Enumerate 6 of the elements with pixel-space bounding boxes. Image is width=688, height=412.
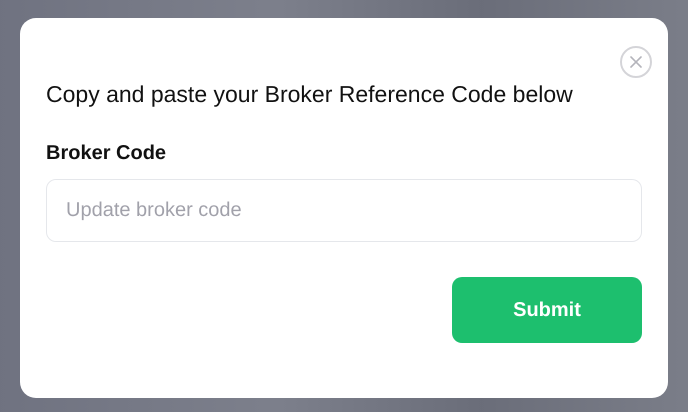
dialog-title: Copy and paste your Broker Reference Code below <box>46 80 574 109</box>
close-button[interactable] <box>620 46 652 78</box>
submit-button[interactable]: Submit <box>452 277 642 343</box>
broker-code-field[interactable]: Update broker code <box>46 179 642 242</box>
field-label: Broker Code <box>46 141 168 166</box>
close-icon <box>630 56 642 68</box>
